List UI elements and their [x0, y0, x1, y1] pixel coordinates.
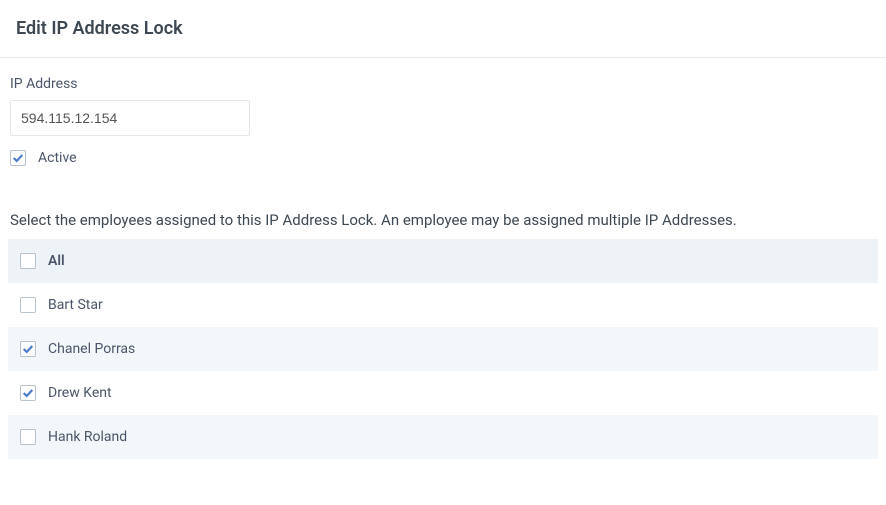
page-title: Edit IP Address Lock [16, 18, 870, 39]
check-icon [22, 387, 34, 399]
employee-name: Hank Roland [48, 429, 127, 445]
active-label: Active [38, 150, 77, 166]
employee-checkbox[interactable] [20, 341, 36, 357]
check-icon [22, 343, 34, 355]
all-checkbox[interactable] [20, 253, 36, 269]
employee-list: All Bart Star Chanel Porras Drew Kent Ha… [8, 239, 878, 459]
all-label: All [48, 253, 65, 269]
instruction-text: Select the employees assigned to this IP… [0, 211, 886, 229]
active-row: Active [10, 150, 876, 166]
employee-all-row: All [8, 239, 878, 283]
employee-name: Bart Star [48, 297, 103, 313]
employee-checkbox[interactable] [20, 297, 36, 313]
employee-row: Chanel Porras [8, 327, 878, 371]
ip-address-input[interactable] [10, 100, 250, 136]
check-icon [12, 152, 24, 164]
ip-form-section: IP Address Active [0, 58, 886, 176]
employee-name: Chanel Porras [48, 341, 135, 357]
employee-checkbox[interactable] [20, 429, 36, 445]
employee-name: Drew Kent [48, 385, 112, 401]
active-checkbox[interactable] [10, 150, 26, 166]
employee-row: Bart Star [8, 283, 878, 327]
page-header: Edit IP Address Lock [0, 0, 886, 57]
employee-row: Hank Roland [8, 415, 878, 459]
ip-address-label: IP Address [10, 76, 876, 92]
employee-checkbox[interactable] [20, 385, 36, 401]
employee-row: Drew Kent [8, 371, 878, 415]
